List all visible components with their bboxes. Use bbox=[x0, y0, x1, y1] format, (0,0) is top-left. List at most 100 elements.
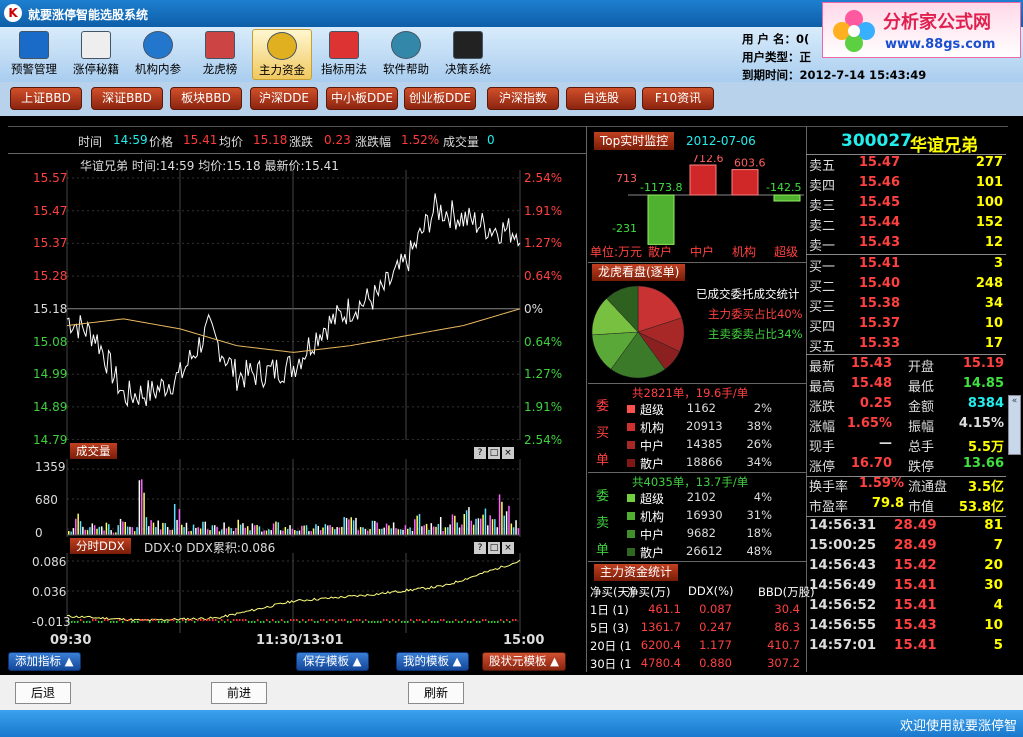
stat-row: 涨幅 1.65% 振幅 4.15% bbox=[808, 416, 1005, 436]
volume-bar bbox=[472, 524, 475, 535]
order-book-row: 卖五 15.47 277 bbox=[808, 155, 1005, 175]
help-icon[interactable]: ? bbox=[474, 447, 486, 459]
volume-bar bbox=[510, 523, 513, 535]
ddx-bar bbox=[146, 619, 148, 621]
volume-bar bbox=[256, 524, 258, 535]
volume-bar bbox=[261, 531, 263, 535]
ddx-bar bbox=[275, 621, 277, 623]
volume-bar bbox=[143, 492, 145, 535]
ddx-bar bbox=[122, 621, 124, 623]
side-collapse-handle[interactable]: « bbox=[1008, 395, 1021, 455]
brand-banner[interactable]: 分析家公式网 www.88gs.com bbox=[822, 2, 1021, 58]
forward-button[interactable]: 前进 bbox=[211, 682, 267, 704]
tick-row: 14:56:49 15.41 30 bbox=[808, 577, 1005, 597]
volume-tab[interactable]: 成交量 bbox=[70, 443, 117, 459]
nav-button-1[interactable]: 深证BBD bbox=[91, 87, 163, 110]
stat-cell: 市盈率 bbox=[809, 500, 849, 515]
globe-icon bbox=[143, 31, 173, 59]
toolbar-label: 涨停秘籍 bbox=[73, 62, 119, 76]
volume-bar bbox=[305, 525, 308, 535]
ddx-bar bbox=[80, 619, 82, 621]
top-monitor-tab[interactable]: Top实时监控 bbox=[594, 132, 675, 150]
tick-row: 14:56:43 15.42 20 bbox=[808, 557, 1005, 577]
ddx-bar bbox=[425, 621, 427, 623]
ddx-bar bbox=[272, 619, 274, 621]
toolbar-button-5[interactable]: 指标用法 bbox=[314, 29, 374, 80]
nav-button-0[interactable]: 上证BBD bbox=[10, 87, 82, 110]
legend-square bbox=[627, 459, 635, 467]
volume-bar bbox=[124, 521, 126, 535]
add-indicator-button[interactable]: 添加指标 ▲ bbox=[8, 652, 81, 671]
sellside-char: 卖 bbox=[596, 516, 610, 531]
volume-bar bbox=[399, 529, 402, 535]
volume-bar bbox=[249, 530, 251, 535]
ddx-bar bbox=[164, 621, 166, 623]
ddx-bar bbox=[431, 621, 433, 623]
buy-bar bbox=[689, 164, 717, 196]
ddx-bar bbox=[377, 621, 379, 623]
pct-tick-label: 1.27% bbox=[524, 367, 563, 382]
volume-chart[interactable] bbox=[8, 459, 586, 537]
capital-header: 净买(万) bbox=[627, 585, 671, 599]
toolbar-button-4[interactable]: 主力资金 bbox=[252, 29, 312, 80]
stock-template-button[interactable]: 股状元模板 ▲ bbox=[482, 652, 566, 671]
close-icon[interactable]: × bbox=[502, 447, 514, 459]
price-tick-label: 14.79 bbox=[33, 432, 68, 447]
volume-bar bbox=[246, 526, 249, 535]
ddx-bar bbox=[107, 619, 109, 621]
nav-button-3[interactable]: 沪深DDE bbox=[250, 87, 318, 110]
nav-button-2[interactable]: 板块BBD bbox=[170, 87, 242, 110]
volume-bar bbox=[428, 529, 430, 535]
volume-bar bbox=[402, 529, 404, 535]
ddx-bar bbox=[77, 621, 79, 623]
volume-bar bbox=[421, 526, 423, 535]
volume-bar bbox=[364, 528, 367, 535]
time-tick-label: 09:30 bbox=[50, 633, 92, 648]
refresh-button[interactable]: 刷新 bbox=[408, 682, 464, 704]
volume-bar bbox=[484, 508, 487, 535]
toolbar-button-0[interactable]: 预警管理 bbox=[4, 29, 64, 80]
price-chart[interactable] bbox=[8, 170, 586, 440]
ddx-tab[interactable]: 分时DDX bbox=[70, 538, 131, 554]
ddx-bar bbox=[374, 621, 376, 623]
ddx-bar bbox=[149, 621, 151, 623]
volume-bar bbox=[93, 525, 96, 535]
nav-button-5[interactable]: 创业板DDE bbox=[404, 87, 476, 110]
ddx-bar bbox=[407, 621, 409, 623]
maximize-icon[interactable]: □ bbox=[488, 447, 500, 459]
order-pct: 26% bbox=[746, 437, 772, 451]
order-book-row: 买三 15.38 34 bbox=[808, 296, 1005, 316]
capital-tab[interactable]: 主力资金统计 bbox=[594, 564, 679, 581]
capital-cell: 86.3 bbox=[774, 620, 800, 634]
main-sell-ratio: 主卖委卖占比34% bbox=[708, 327, 803, 341]
save-template-button[interactable]: 保存模板 ▲ bbox=[296, 652, 369, 671]
toolbar-button-1[interactable]: 涨停秘籍 bbox=[66, 29, 126, 80]
nav-button-8[interactable]: F10资讯 bbox=[642, 87, 714, 110]
time-tick-label: 15:00 bbox=[503, 633, 545, 648]
back-button[interactable]: 后退 bbox=[15, 682, 71, 704]
volume-bar bbox=[159, 529, 162, 535]
user-name-value: 0( bbox=[796, 32, 810, 46]
toolbar-button-3[interactable]: 龙虎榜 bbox=[190, 29, 250, 80]
order-book-row: 买五 15.33 17 bbox=[808, 336, 1005, 356]
nav-button-6[interactable]: 沪深指数 bbox=[487, 87, 559, 110]
toolbar-button-2[interactable]: 机构内参 bbox=[128, 29, 188, 80]
volume-bar bbox=[319, 530, 322, 535]
ddx-bar bbox=[92, 619, 94, 621]
level-price: 15.33 bbox=[858, 336, 900, 351]
toolbar-button-7[interactable]: 决策系统 bbox=[438, 29, 498, 80]
volume-bar bbox=[355, 517, 357, 535]
capital-cell: 0.087 bbox=[699, 602, 732, 616]
legend-square bbox=[627, 441, 635, 449]
toolbar-button-6[interactable]: 软件帮助 bbox=[376, 29, 436, 80]
ddx-bar bbox=[113, 621, 115, 623]
volume-bar bbox=[268, 529, 270, 535]
ddx-chart[interactable] bbox=[8, 553, 586, 633]
my-template-button[interactable]: 我的模板 ▲ bbox=[396, 652, 469, 671]
lhk-tab[interactable]: 龙虎看盘(逐单) bbox=[592, 264, 686, 281]
time-value: 14:59 bbox=[113, 133, 148, 147]
ddx-bar bbox=[71, 621, 73, 623]
legend-square bbox=[627, 530, 635, 538]
nav-button-4[interactable]: 中小板DDE bbox=[326, 87, 398, 110]
nav-button-7[interactable]: 自选股 bbox=[566, 87, 636, 110]
